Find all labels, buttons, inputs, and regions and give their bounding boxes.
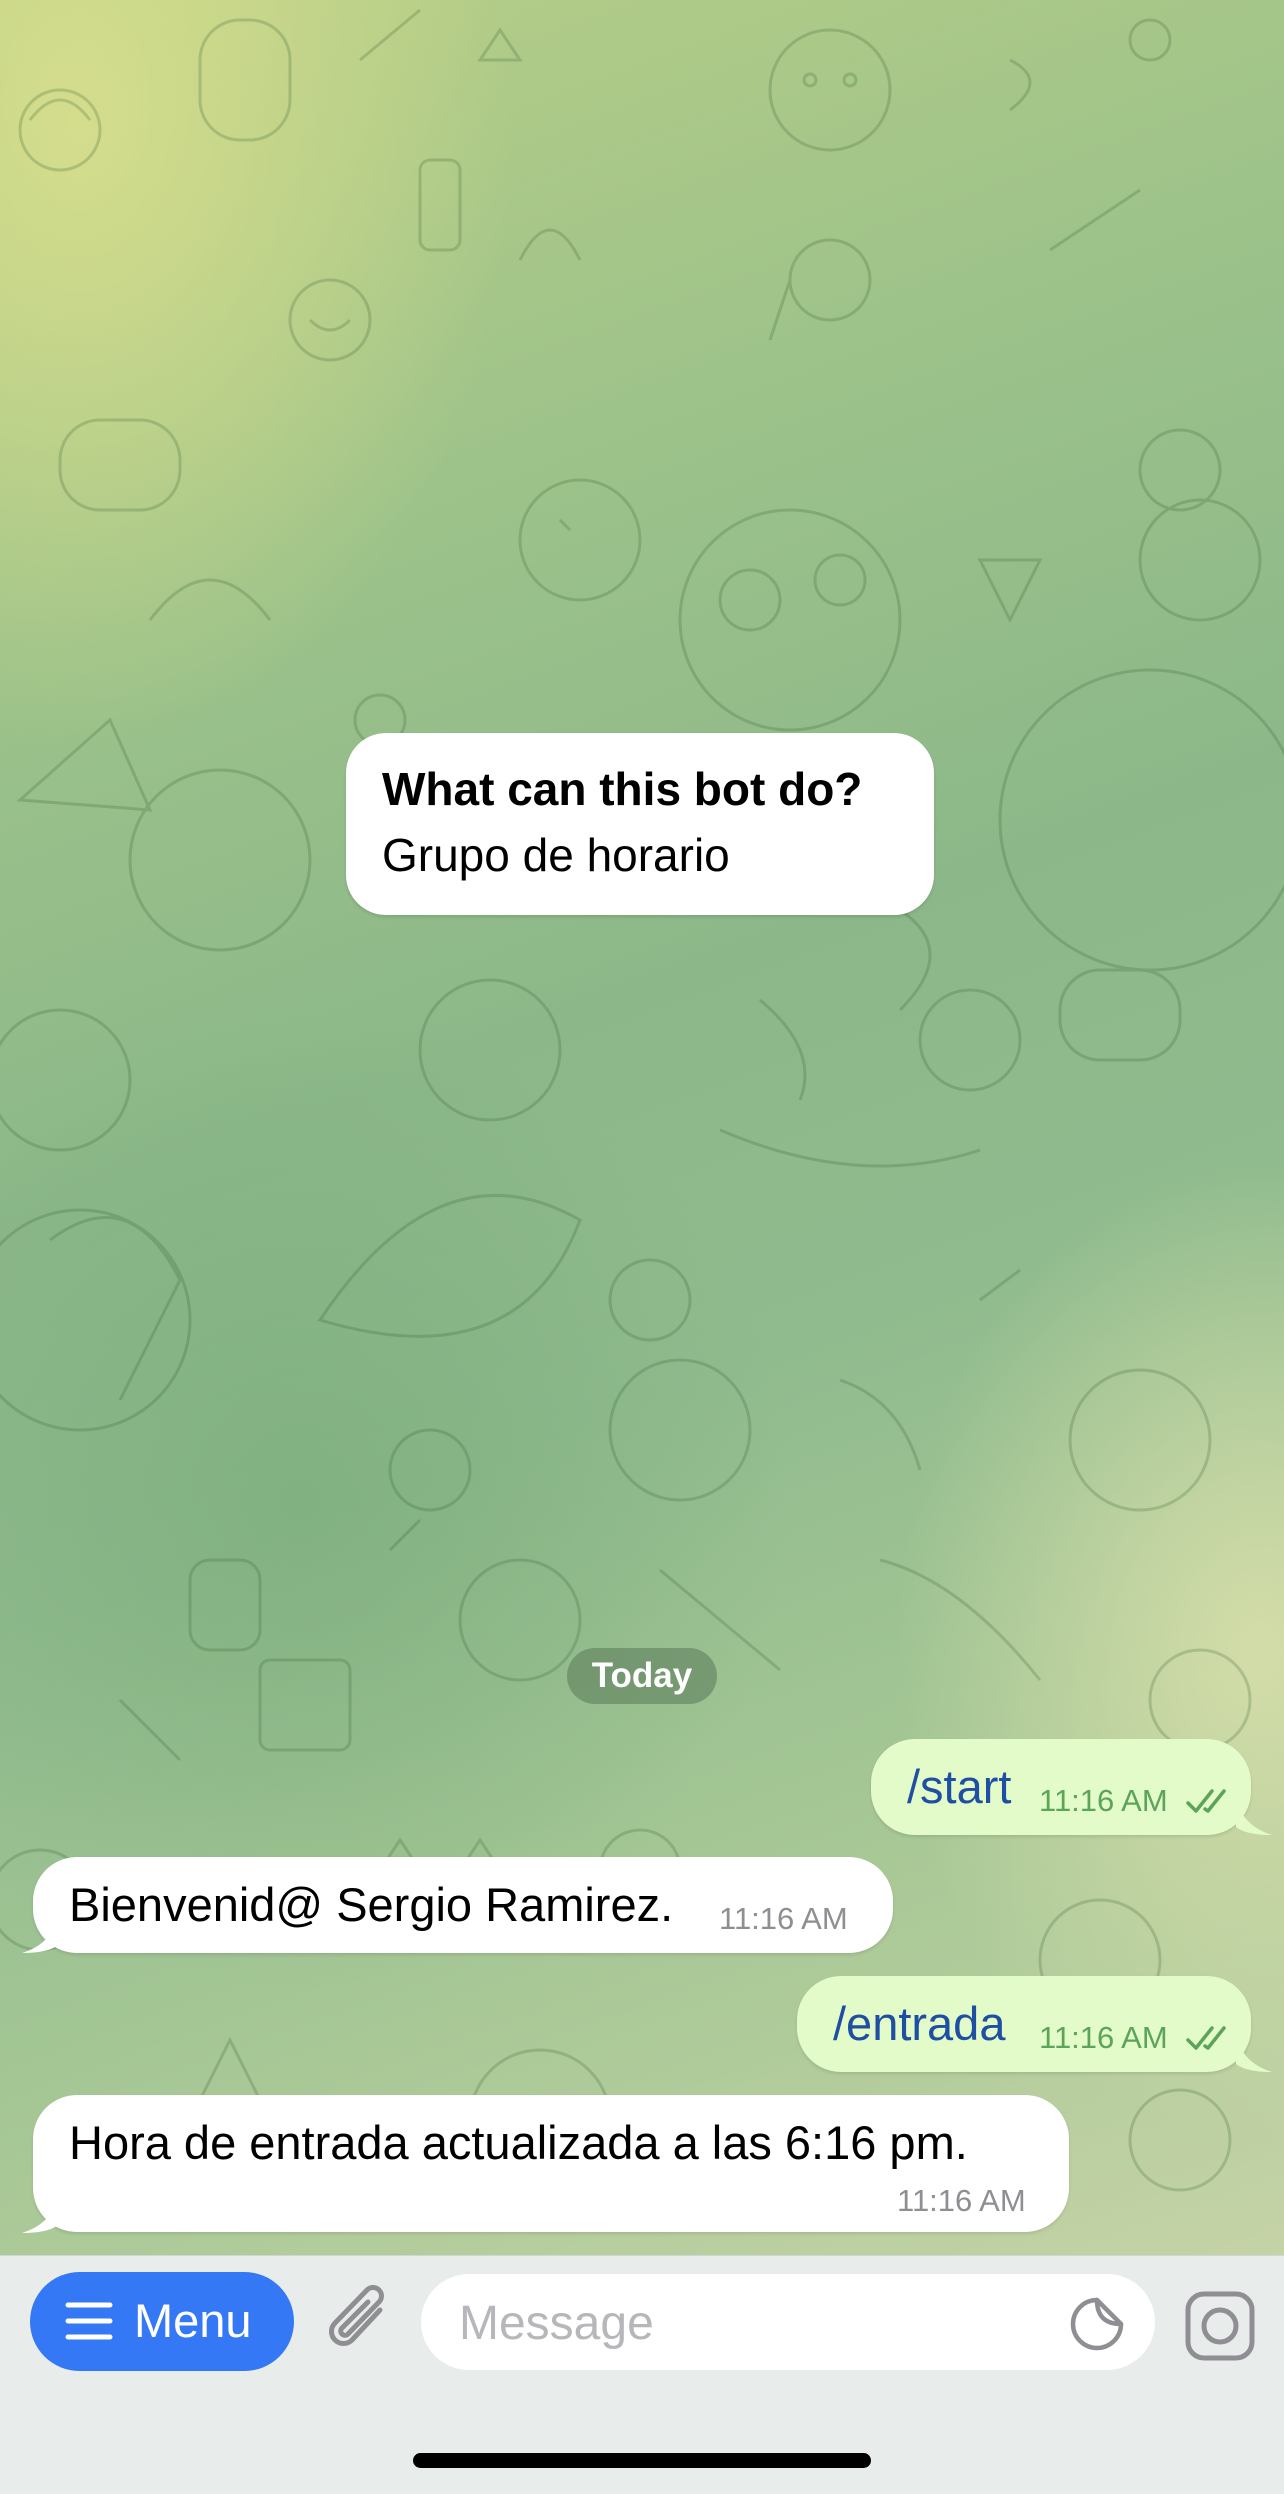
message-bubble-incoming[interactable]: Hora de entrada actualizada a las 6:16 p… <box>33 2095 1069 2232</box>
bubble-tail <box>1236 2032 1272 2072</box>
message-field[interactable] <box>421 2274 1155 2370</box>
double-check-icon <box>1186 2026 1226 2050</box>
bot-intro-title: What can this bot do? <box>382 763 863 815</box>
paperclip-icon[interactable] <box>322 2280 398 2364</box>
message-command-link[interactable]: /entrada <box>833 1994 1005 2054</box>
message-time: 11:16 AM <box>719 1901 848 1936</box>
bubble-tail <box>22 1913 58 1953</box>
message-text: Hora de entrada actualizada a las 6:16 p… <box>69 2116 968 2169</box>
sticker-icon[interactable] <box>1067 2294 1127 2354</box>
menu-lines-icon <box>65 2302 113 2340</box>
message-bubble-outgoing[interactable]: /entrada 11:16 AM <box>797 1976 1251 2072</box>
double-check-icon <box>1186 1789 1226 1813</box>
message-bubble-outgoing[interactable]: /start 11:16 AM <box>871 1739 1251 1835</box>
bubble-tail <box>22 2193 58 2233</box>
message-time: 11:16 AM <box>1039 2020 1168 2055</box>
date-separator: Today <box>567 1648 717 1704</box>
message-command-link[interactable]: /start <box>907 1757 1011 1817</box>
message-input[interactable] <box>457 2292 1061 2354</box>
home-indicator <box>413 2453 871 2468</box>
bot-intro-card: What can this bot do? Grupo de horario <box>346 733 934 915</box>
bubble-tail <box>1236 1795 1272 1835</box>
bot-menu-button[interactable]: Menu <box>30 2272 294 2371</box>
message-time: 11:16 AM <box>1039 1783 1168 1818</box>
message-bubble-incoming[interactable]: Bienvenid@ Sergio Ramirez. 11:16 AM <box>33 1857 893 1953</box>
message-text: Bienvenid@ Sergio Ramirez. <box>69 1878 674 1931</box>
message-time: 11:16 AM <box>897 2183 1026 2218</box>
menu-label: Menu <box>134 2294 252 2347</box>
bot-intro-text: Grupo de horario <box>382 829 730 881</box>
camera-icon[interactable] <box>1180 2286 1260 2366</box>
